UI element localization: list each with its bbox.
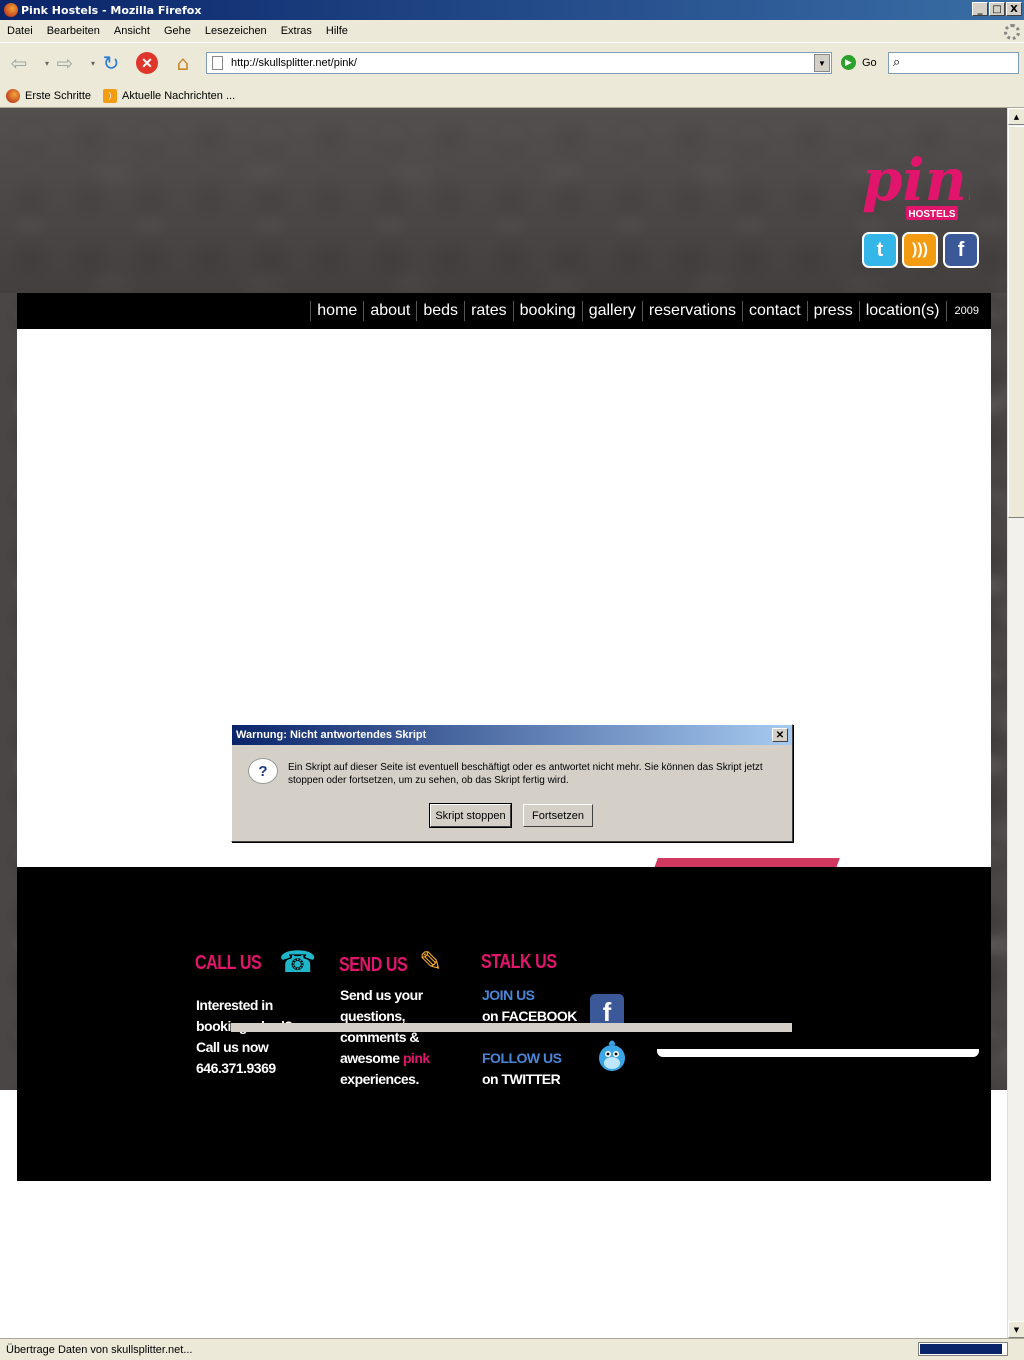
navigation-toolbar: ⇦ ▾ ⇨ ▾ ↻ ✕ ⌂ http://skullsplitter.net/p… [0, 42, 1024, 84]
rendering-artifact [231, 1023, 792, 1032]
call-us-text: Interested in booking a bed? Call us now… [196, 995, 293, 1079]
dialog-message: Ein Skript auf dieser Seite ist eventuel… [288, 762, 763, 786]
nav-locations[interactable]: location(s) [858, 301, 946, 321]
back-icon[interactable]: ⇦ [6, 50, 32, 76]
nav-booking[interactable]: booking [512, 301, 582, 321]
twitter-bird-icon[interactable] [596, 1037, 628, 1073]
url-dropdown-icon[interactable]: ▼ [814, 54, 830, 72]
bookmark-label: Aktuelle Nachrichten ... [122, 89, 236, 102]
go-button[interactable]: ▶ Go [841, 55, 877, 70]
page-icon [212, 56, 223, 70]
unresponsive-script-dialog: Warnung: Nicht antwortendes Skript ✕ ? E… [231, 724, 793, 842]
menu-hilfe[interactable]: Hilfe [319, 25, 355, 37]
send-line: experiences. [340, 1071, 419, 1087]
throbber-icon [1004, 24, 1020, 40]
search-icon: ⌕ [893, 55, 901, 70]
send-us-text[interactable]: Send us your questions, comments & aweso… [340, 985, 430, 1090]
search-input[interactable]: ⌕ [888, 52, 1019, 74]
scroll-down-icon[interactable]: ▼ [1008, 1321, 1024, 1338]
rss-icon: ) [103, 88, 118, 103]
go-label: Go [862, 56, 877, 69]
window-controls: _ □ X [972, 2, 1022, 16]
reload-icon[interactable]: ↻ [98, 50, 124, 76]
scroll-up-icon[interactable]: ▲ [1008, 108, 1024, 125]
nav-rates[interactable]: rates [464, 301, 513, 321]
facebook-icon[interactable]: f [943, 232, 979, 268]
scroll-thumb[interactable] [1008, 126, 1024, 518]
menu-datei[interactable]: Datei [0, 25, 40, 37]
header-background [0, 108, 1007, 293]
menu-bar: Datei Bearbeiten Ansicht Gehe Lesezeiche… [0, 20, 1024, 42]
go-icon: ▶ [841, 55, 856, 70]
status-text: Übertrage Daten von skullsplitter.net... [6, 1343, 193, 1356]
close-window-button[interactable]: X [1006, 2, 1022, 16]
forward-icon[interactable]: ⇨ [52, 50, 78, 76]
phone-number[interactable]: 646.371.9369 [196, 1058, 292, 1079]
menu-extras[interactable]: Extras [274, 25, 319, 37]
join-us-label: JOIN US [482, 987, 535, 1003]
site-navigation: home about beds rates booking gallery re… [17, 293, 991, 329]
send-line: awesome pink [340, 1048, 430, 1069]
window-title: Pink Hostels - Mozilla Firefox [21, 3, 202, 17]
menu-gehe[interactable]: Gehe [157, 25, 198, 37]
loading-progress [918, 1342, 1008, 1356]
rendering-artifact [657, 1049, 979, 1057]
firefox-icon [6, 88, 20, 103]
send-line: Send us your [340, 987, 423, 1003]
url-field[interactable]: http://skullsplitter.net/pink/ ▼ [206, 52, 832, 74]
nav-press[interactable]: press [806, 301, 859, 321]
dialog-close-button[interactable]: ✕ [772, 728, 788, 742]
menu-lesezeichen[interactable]: Lesezeichen [198, 25, 274, 37]
nav-beds[interactable]: beds [416, 301, 464, 321]
twitter-label: on TWITTER [482, 1071, 561, 1087]
logo-subtext: HOSTELS [908, 209, 956, 220]
nav-contact[interactable]: contact [741, 301, 807, 321]
nav-year[interactable]: 2009 [945, 301, 979, 321]
stalk-us-heading: STALK US [481, 951, 557, 973]
send-us-heading: SEND US [339, 954, 408, 976]
logo-text: pink [862, 146, 970, 214]
twitter-icon[interactable]: t [862, 232, 898, 268]
question-icon: ? [248, 758, 278, 784]
rss-icon[interactable]: ))) [902, 232, 938, 268]
stop-script-button[interactable]: Skript stoppen [429, 803, 512, 828]
menu-bearbeiten[interactable]: Bearbeiten [40, 25, 107, 37]
pink-word: pink [402, 1050, 430, 1066]
call-line: Interested in [196, 997, 273, 1013]
pencil-icon: ✎ [419, 945, 443, 978]
nav-home[interactable]: home [310, 301, 363, 321]
status-bar: Übertrage Daten von skullsplitter.net... [0, 1338, 1024, 1360]
nav-gallery[interactable]: gallery [581, 301, 642, 321]
call-line: Call us now [196, 1039, 269, 1055]
send-line-prefix: awesome [340, 1050, 403, 1066]
minimize-button[interactable]: _ [972, 2, 988, 16]
firefox-icon [4, 3, 18, 17]
follow-us-label: FOLLOW US [482, 1050, 562, 1066]
facebook-link[interactable]: JOIN US on FACEBOOK [482, 985, 577, 1027]
nav-reservations[interactable]: reservations [641, 301, 742, 321]
bookmarks-toolbar: Erste Schritte ) Aktuelle Nachrichten ..… [0, 84, 1024, 108]
twitter-link[interactable]: FOLLOW US on TWITTER [482, 1048, 562, 1090]
dialog-title: Warnung: Nicht antwortendes Skript [232, 725, 792, 745]
stop-icon[interactable]: ✕ [134, 50, 160, 76]
call-us-heading: CALL US [195, 952, 262, 974]
progress-fill [920, 1344, 1002, 1354]
vertical-scrollbar[interactable]: ▲ ▼ [1007, 108, 1024, 1338]
bookmark-erste-schritte[interactable]: Erste Schritte [6, 88, 92, 103]
continue-button[interactable]: Fortsetzen [523, 804, 593, 827]
nav-about[interactable]: about [363, 301, 416, 321]
page-viewport: pink HOSTELS t ))) f home about beds rat… [0, 108, 1007, 1338]
home-icon[interactable]: ⌂ [170, 50, 196, 76]
pink-hostels-logo[interactable]: pink HOSTELS [860, 134, 970, 228]
menu-ansicht[interactable]: Ansicht [107, 25, 157, 37]
url-text: http://skullsplitter.net/pink/ [231, 57, 357, 69]
bookmark-label: Erste Schritte [25, 89, 92, 102]
maximize-button[interactable]: □ [989, 2, 1005, 16]
browser-window: Pink Hostels - Mozilla Firefox _ □ X Dat… [0, 0, 1024, 1360]
title-bar: Pink Hostels - Mozilla Firefox _ □ X [0, 0, 1024, 20]
phone-icon: ☎ [279, 945, 317, 980]
bookmark-aktuelle-nachrichten[interactable]: ) Aktuelle Nachrichten ... [103, 88, 236, 103]
